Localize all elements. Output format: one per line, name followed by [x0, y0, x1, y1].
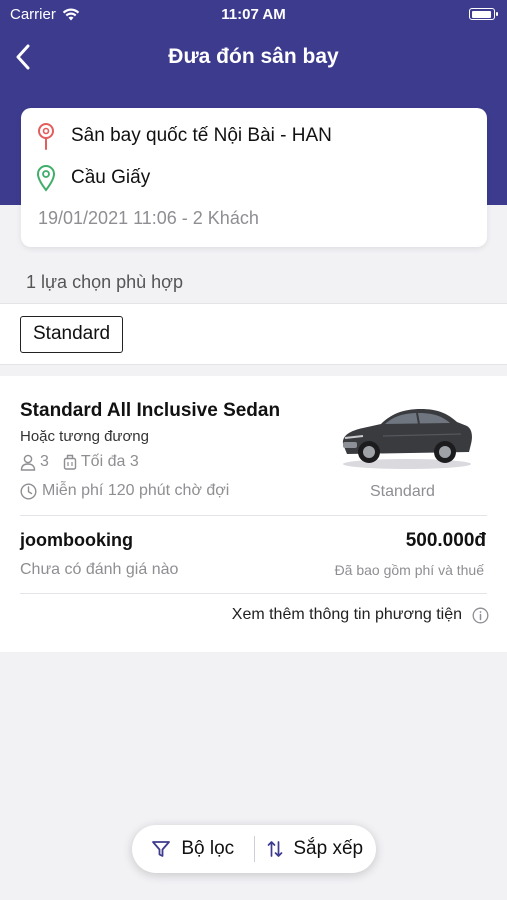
vehicle-name: Standard All Inclusive Sedan — [20, 400, 281, 421]
vehicle-specs: 3 Tối đa 3 — [20, 453, 153, 471]
sort-icon — [268, 841, 283, 857]
destination-pin-icon — [36, 165, 56, 192]
sedan-car-image — [342, 409, 472, 469]
vehicle-class: Standard — [370, 483, 435, 500]
filter-chip-standard[interactable]: Standard — [20, 316, 124, 353]
status-bar: Carrier 11:07 AM — [0, 0, 507, 28]
vehicle-subtitle: Hoặc tương đương — [20, 428, 149, 445]
route-summary-card[interactable]: Sân bay quốc tế Nội Bài - HAN Cầu Giấy 1… — [21, 108, 487, 247]
provider-rating: Chưa có đánh giá nào — [20, 561, 179, 578]
filter-chip-bar: Standard — [0, 303, 507, 365]
route-destination: Cầu Giấy — [21, 164, 487, 192]
wait-time: Miễn phí 120 phút chờ đợi — [20, 482, 229, 500]
more-info-label: Xem thêm thông tin phương tiện — [231, 606, 462, 623]
sort-button[interactable]: Sắp xếp — [255, 825, 377, 873]
person-icon — [20, 454, 36, 471]
more-vehicle-info-link[interactable]: Xem thêm thông tin phương tiện — [232, 606, 489, 624]
result-count: 1 lựa chọn phù hợp — [26, 272, 183, 292]
sort-label: Sắp xếp — [293, 838, 364, 859]
divider — [20, 515, 487, 516]
clock: 11:07 AM — [221, 6, 286, 23]
info-icon — [472, 607, 489, 623]
price: 500.000đ — [405, 530, 486, 551]
battery-icon — [469, 8, 498, 20]
luggage-limit: Tối đa 3 — [80, 453, 139, 470]
passenger-capacity: 3 — [20, 453, 49, 471]
clock-icon — [20, 482, 37, 500]
filter-label: Bộ lọc — [181, 838, 235, 859]
filter-button[interactable]: Bộ lọc — [132, 825, 254, 873]
pickup-pin-icon — [38, 123, 54, 150]
price-note: Đã bao gồm phí và thuế — [334, 562, 484, 578]
provider-name: joombooking — [20, 530, 133, 550]
page-title: Đưa đón sân bay — [168, 45, 339, 68]
luggage-capacity: Tối đa 3 — [63, 453, 139, 471]
origin-label: Sân bay quốc tế Nội Bài - HAN — [71, 125, 332, 146]
trip-datetime-passengers: 19/01/2021 11:06 - 2 Khách — [38, 208, 259, 228]
vehicle-result-card[interactable]: Standard All Inclusive Sedan Hoặc tương … — [0, 376, 507, 652]
wait-time-label: Miễn phí 120 phút chờ đợi — [42, 482, 230, 499]
route-origin: Sân bay quốc tế Nội Bài - HAN — [21, 122, 487, 150]
divider — [20, 593, 487, 594]
luggage-icon — [63, 454, 77, 470]
filter-icon — [152, 841, 171, 857]
filter-sort-bar: Bộ lọc Sắp xếp — [132, 825, 376, 873]
destination-label: Cầu Giấy — [71, 167, 151, 188]
passenger-count: 3 — [40, 453, 49, 470]
